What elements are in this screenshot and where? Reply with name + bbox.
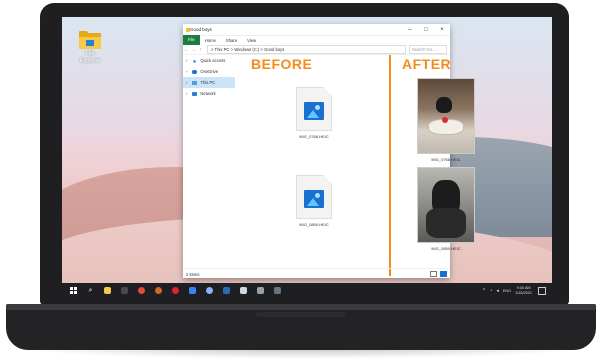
system-tray: ^ ◔ ◂ ENG 9:00 AM 1/16/2021 bbox=[483, 286, 552, 295]
folder-icon bbox=[104, 287, 111, 294]
dog-with-cake-thumbnail bbox=[417, 78, 475, 154]
language-indicator[interactable]: ENG bbox=[503, 289, 511, 293]
photos-icon bbox=[240, 287, 247, 294]
laptop-base bbox=[6, 304, 596, 350]
address-row: ← → ↑ > This PC > Windows (C:) > Good bo… bbox=[183, 44, 450, 55]
maximize-button[interactable]: □ bbox=[418, 27, 434, 33]
clock-date: 1/16/2021 bbox=[515, 290, 532, 295]
taskbar-file-explorer[interactable] bbox=[102, 285, 113, 296]
nav-item-label: Quick access bbox=[200, 58, 226, 63]
computer-icon bbox=[192, 80, 198, 85]
file-area: BEFORE AFTER IMG_0768.HEIC IMG_0850.HEIC bbox=[241, 55, 475, 276]
ribbon-tab-share[interactable]: Share bbox=[221, 38, 242, 43]
chevron-up-icon[interactable]: ^ bbox=[483, 288, 485, 294]
file-item[interactable]: IMG_0768.HEIC bbox=[279, 87, 349, 139]
nav-item-network[interactable]: › Network bbox=[183, 88, 235, 99]
search-placeholder: Search Go... bbox=[412, 46, 436, 52]
notification-icon[interactable] bbox=[538, 286, 546, 295]
comparison-divider bbox=[389, 55, 391, 276]
minimize-button[interactable]: – bbox=[402, 27, 418, 33]
star-icon: ★ bbox=[192, 58, 197, 65]
search-icon: ⌕ bbox=[88, 286, 93, 294]
app-icon bbox=[155, 287, 162, 294]
file-name: IMG_0850.HEIC bbox=[299, 222, 329, 227]
desktop-screen: File Explorer Good boys – □ × File Home … bbox=[62, 17, 552, 298]
nav-item-label: Network bbox=[200, 91, 216, 96]
ribbon-tab-file[interactable]: File bbox=[183, 35, 200, 45]
search-input[interactable]: Search Go... bbox=[409, 44, 447, 54]
address-bar[interactable]: > This PC > Windows (C:) > Good boys bbox=[207, 44, 406, 54]
laptop-hinge bbox=[256, 312, 346, 317]
file-name: IMG_0850.HEIC bbox=[431, 246, 461, 251]
taskbar-app[interactable] bbox=[153, 285, 164, 296]
status-bar: 2 items bbox=[183, 268, 450, 279]
taskbar-photos[interactable] bbox=[238, 285, 249, 296]
forward-arrow-icon[interactable]: → bbox=[190, 47, 197, 52]
taskbar-app[interactable] bbox=[204, 285, 215, 296]
file-name: IMG_0768.HEIC bbox=[431, 157, 461, 162]
window-title: Good boys bbox=[190, 27, 212, 32]
windows-icon bbox=[70, 287, 77, 294]
opera-icon bbox=[172, 287, 179, 294]
desktop-icon-file-explorer[interactable]: File Explorer bbox=[72, 31, 108, 64]
file-explorer-window: Good boys – □ × File Home Share View ← →… bbox=[183, 24, 475, 279]
chevron-right-icon: › bbox=[186, 69, 188, 74]
app-icon bbox=[206, 287, 213, 294]
start-button[interactable] bbox=[68, 285, 79, 296]
cloud-icon bbox=[192, 69, 198, 74]
chrome-icon bbox=[138, 287, 145, 294]
item-count: 2 items bbox=[186, 271, 200, 277]
details-view-icon[interactable] bbox=[430, 271, 437, 277]
window-titlebar: Good boys – □ × bbox=[183, 24, 450, 36]
taskbar-app[interactable] bbox=[119, 285, 130, 296]
network-icon bbox=[192, 91, 198, 96]
taskbar-app[interactable] bbox=[187, 285, 198, 296]
taskbar-app[interactable] bbox=[255, 285, 266, 296]
up-arrow-icon[interactable]: ↑ bbox=[197, 47, 204, 52]
navigation-pane: › ★ Quick access › OneDrive › This PC › … bbox=[183, 55, 235, 268]
after-heading: AFTER bbox=[402, 56, 452, 72]
close-button[interactable]: × bbox=[434, 27, 450, 33]
desktop-icon-label: File Explorer bbox=[79, 51, 101, 64]
nav-item-label: OneDrive bbox=[200, 69, 219, 74]
before-heading: BEFORE bbox=[251, 56, 313, 72]
nav-item-this-pc[interactable]: › This PC bbox=[183, 77, 235, 88]
taskbar-chrome[interactable] bbox=[136, 285, 147, 296]
app-icon bbox=[189, 287, 196, 294]
file-item[interactable]: IMG_0850.HEIC bbox=[411, 167, 481, 251]
taskbar-opera[interactable] bbox=[170, 285, 181, 296]
chevron-right-icon: › bbox=[186, 91, 188, 96]
taskbar: ⌕ ^ ◔ ◂ ENG 9:00 AM 1/16/2021 bbox=[62, 283, 552, 298]
ribbon: File Home Share View bbox=[183, 35, 450, 45]
image-file-icon bbox=[296, 175, 332, 219]
clock[interactable]: 9:00 AM 1/16/2021 bbox=[515, 286, 532, 295]
image-file-icon bbox=[296, 87, 332, 131]
large-icons-view-icon[interactable] bbox=[440, 271, 447, 277]
ribbon-tab-view[interactable]: View bbox=[242, 38, 261, 43]
laptop-base-edge bbox=[6, 304, 596, 310]
volume-icon[interactable]: ◂ bbox=[496, 288, 499, 294]
nav-item-quick-access[interactable]: › ★ Quick access bbox=[183, 55, 235, 66]
app-icon bbox=[121, 287, 128, 294]
file-item[interactable]: IMG_0768.HEIC bbox=[411, 78, 481, 162]
address-path: > This PC > Windows (C:) > Good boys bbox=[211, 46, 285, 52]
back-arrow-icon[interactable]: ← bbox=[183, 47, 190, 52]
chevron-right-icon: › bbox=[186, 58, 188, 63]
dog-in-car-thumbnail bbox=[417, 167, 475, 243]
app-icon bbox=[223, 287, 230, 294]
app-icon bbox=[257, 287, 264, 294]
taskbar-app[interactable] bbox=[272, 285, 283, 296]
nav-item-onedrive[interactable]: › OneDrive bbox=[183, 66, 235, 77]
ribbon-tab-home[interactable]: Home bbox=[200, 38, 221, 43]
taskbar-app[interactable] bbox=[221, 285, 232, 296]
network-status-icon[interactable]: ◔ bbox=[489, 288, 492, 294]
file-item[interactable]: IMG_0850.HEIC bbox=[279, 175, 349, 227]
search-button[interactable]: ⌕ bbox=[85, 285, 96, 296]
clock-time: 9:00 AM bbox=[516, 285, 531, 290]
chevron-right-icon: › bbox=[186, 80, 188, 85]
nav-item-label: This PC bbox=[200, 80, 216, 85]
file-name: IMG_0768.HEIC bbox=[299, 134, 329, 139]
app-icon bbox=[274, 287, 281, 294]
folder-icon bbox=[79, 31, 101, 49]
